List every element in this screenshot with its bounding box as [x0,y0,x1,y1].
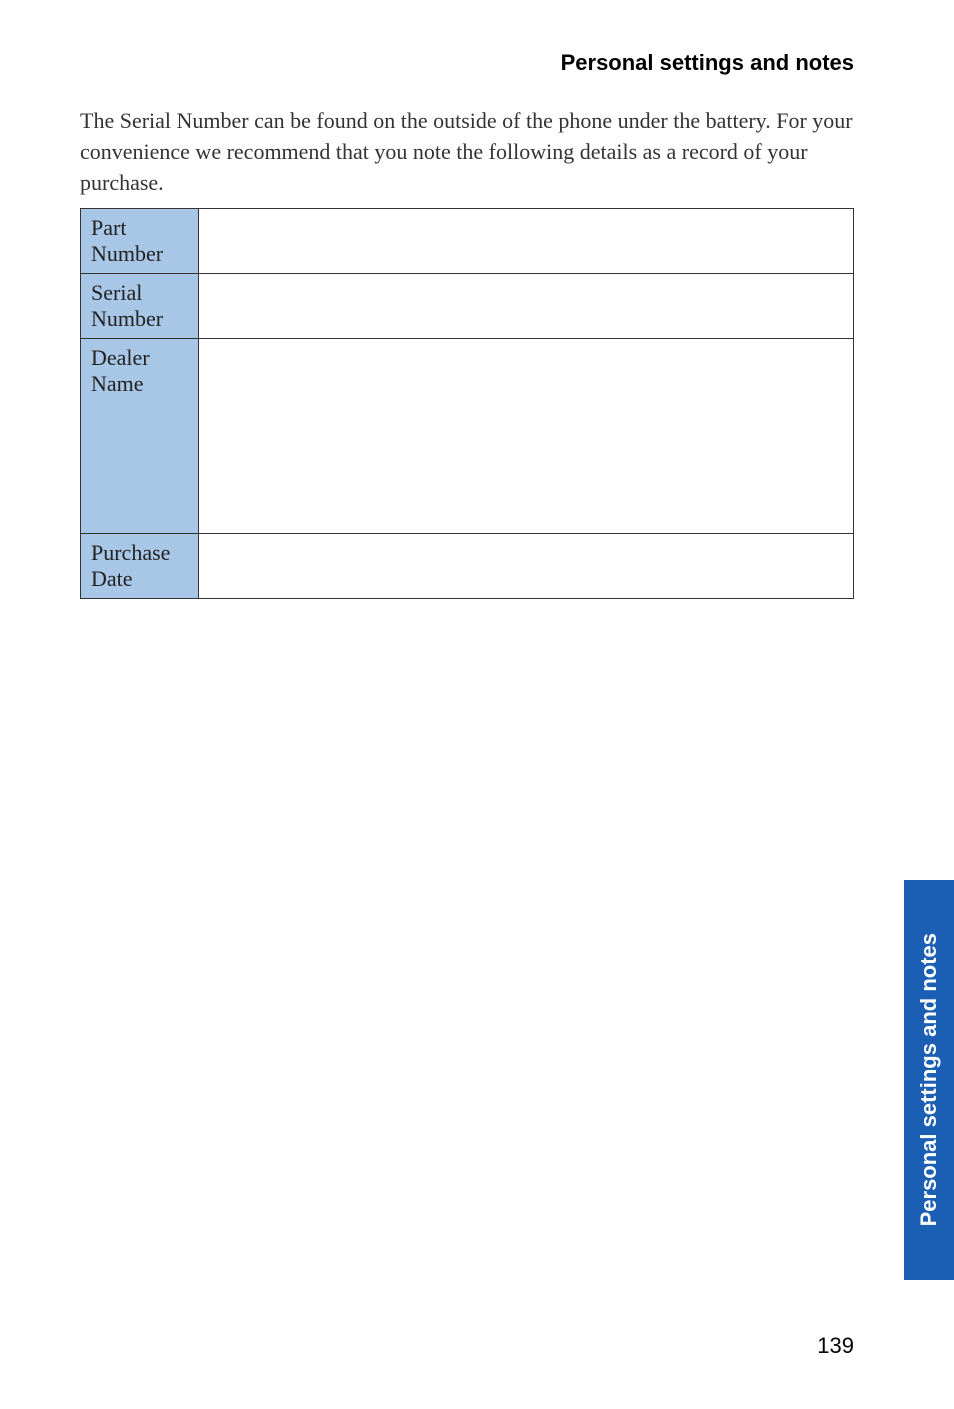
table-label-cell: Dealer Name [81,339,199,534]
table-row: Dealer Name [81,339,854,534]
header-title: Personal settings and notes [561,50,854,75]
table-value-cell [199,274,854,339]
table-value-cell [199,534,854,599]
side-tab-label: Personal settings and notes [916,933,942,1226]
page-number: 139 [817,1333,854,1359]
table-label-cell: Purchase Date [81,534,199,599]
table-value-cell [199,209,854,274]
table-row: Serial Number [81,274,854,339]
content-area: The Serial Number can be found on the ou… [0,76,954,599]
page-header: Personal settings and notes [0,0,954,76]
table-row: Purchase Date [81,534,854,599]
table-label-cell: Part Number [81,209,199,274]
table-value-cell [199,339,854,534]
details-table: Part Number Serial Number Dealer Name Pu… [80,208,854,599]
side-tab: Personal settings and notes [904,880,954,1280]
table-label-cell: Serial Number [81,274,199,339]
intro-paragraph: The Serial Number can be found on the ou… [80,106,854,198]
table-row: Part Number [81,209,854,274]
